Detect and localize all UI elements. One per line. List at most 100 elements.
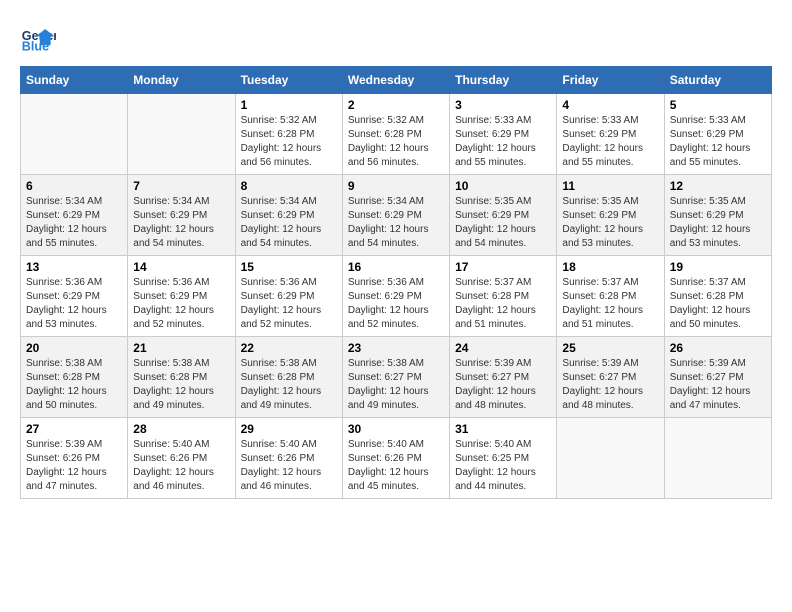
calendar-cell: 21 Sunrise: 5:38 AM Sunset: 6:28 PM Dayli…: [128, 337, 235, 418]
day-number: 9: [348, 179, 444, 193]
calendar-cell: 9Sunrise: 5:34 AM Sunset: 6:29 PM Daylig…: [342, 175, 449, 256]
day-info: Sunrise: 5:40 AM Sunset: 6:25 PM Dayligh…: [455, 438, 551, 494]
calendar-cell: 3 Sunrise: 5:33 AM Sunset: 6:29 PM Daylig…: [450, 94, 557, 175]
day-number: 13: [26, 260, 122, 274]
day-number: 17: [455, 260, 551, 274]
calendar-cell: [557, 418, 664, 499]
calendar-cell: 10Sunrise: 5:35 AM Sunset: 6:29 PM Dayli…: [450, 175, 557, 256]
day-info: Sunrise: 5:38 AM Sunset: 6:28 PM Dayligh…: [133, 357, 229, 413]
weekday-header-thursday: Thursday: [450, 67, 557, 94]
day-info: Sunrise: 5:33 AM Sunset: 6:29 PM Dayligh…: [455, 114, 551, 170]
calendar-cell: [21, 94, 128, 175]
day-number: 31: [455, 422, 551, 436]
day-number: 26: [670, 341, 766, 355]
calendar-cell: 16 Sunrise: 5:36 AM Sunset: 6:29 PM Dayli…: [342, 256, 449, 337]
day-info: Sunrise: 5:36 AM Sunset: 6:29 PM Dayligh…: [26, 276, 122, 332]
day-info: Sunrise: 5:38 AM Sunset: 6:28 PM Dayligh…: [26, 357, 122, 413]
day-info: Sunrise: 5:38 AM Sunset: 6:27 PM Dayligh…: [348, 357, 444, 413]
day-info: Sunrise: 5:37 AM Sunset: 6:28 PM Dayligh…: [455, 276, 551, 332]
day-number: 4: [562, 98, 658, 112]
day-number: 24: [455, 341, 551, 355]
calendar-cell: 26 Sunrise: 5:39 AM Sunset: 6:27 PM Dayli…: [664, 337, 771, 418]
calendar-cell: 15 Sunrise: 5:36 AM Sunset: 6:29 PM Dayli…: [235, 256, 342, 337]
week-row-4: 20 Sunrise: 5:38 AM Sunset: 6:28 PM Dayli…: [21, 337, 772, 418]
day-number: 6: [26, 179, 122, 193]
calendar-cell: 11 Sunrise: 5:35 AM Sunset: 6:29 PM Dayli…: [557, 175, 664, 256]
calendar-cell: 5Sunrise: 5:33 AM Sunset: 6:29 PM Daylig…: [664, 94, 771, 175]
day-info: Sunrise: 5:34 AM Sunset: 6:29 PM Dayligh…: [133, 195, 229, 251]
day-info: Sunrise: 5:32 AM Sunset: 6:28 PM Dayligh…: [241, 114, 337, 170]
day-number: 1: [241, 98, 337, 112]
day-number: 14: [133, 260, 229, 274]
day-info: Sunrise: 5:35 AM Sunset: 6:29 PM Dayligh…: [562, 195, 658, 251]
calendar-cell: [128, 94, 235, 175]
day-info: Sunrise: 5:37 AM Sunset: 6:28 PM Dayligh…: [670, 276, 766, 332]
calendar-cell: 8 Sunrise: 5:34 AM Sunset: 6:29 PM Daylig…: [235, 175, 342, 256]
calendar-cell: 22Sunrise: 5:38 AM Sunset: 6:28 PM Dayli…: [235, 337, 342, 418]
calendar-cell: 20 Sunrise: 5:38 AM Sunset: 6:28 PM Dayli…: [21, 337, 128, 418]
calendar-cell: 31 Sunrise: 5:40 AM Sunset: 6:25 PM Dayli…: [450, 418, 557, 499]
calendar-cell: 1 Sunrise: 5:32 AM Sunset: 6:28 PM Daylig…: [235, 94, 342, 175]
weekday-header-monday: Monday: [128, 67, 235, 94]
logo: General Blue: [20, 20, 60, 56]
day-info: Sunrise: 5:39 AM Sunset: 6:27 PM Dayligh…: [670, 357, 766, 413]
day-info: Sunrise: 5:40 AM Sunset: 6:26 PM Dayligh…: [348, 438, 444, 494]
day-info: Sunrise: 5:34 AM Sunset: 6:29 PM Dayligh…: [26, 195, 122, 251]
day-info: Sunrise: 5:40 AM Sunset: 6:26 PM Dayligh…: [241, 438, 337, 494]
day-info: Sunrise: 5:35 AM Sunset: 6:29 PM Dayligh…: [670, 195, 766, 251]
calendar-cell: 7 Sunrise: 5:34 AM Sunset: 6:29 PM Daylig…: [128, 175, 235, 256]
day-number: 2: [348, 98, 444, 112]
logo-icon: General Blue: [20, 20, 56, 56]
calendar-cell: 18 Sunrise: 5:37 AM Sunset: 6:28 PM Dayli…: [557, 256, 664, 337]
calendar-cell: 27 Sunrise: 5:39 AM Sunset: 6:26 PM Dayli…: [21, 418, 128, 499]
weekday-header-sunday: Sunday: [21, 67, 128, 94]
day-info: Sunrise: 5:38 AM Sunset: 6:28 PM Dayligh…: [241, 357, 337, 413]
weekday-header-row: SundayMondayTuesdayWednesdayThursdayFrid…: [21, 67, 772, 94]
day-number: 18: [562, 260, 658, 274]
weekday-header-tuesday: Tuesday: [235, 67, 342, 94]
calendar-cell: 24 Sunrise: 5:39 AM Sunset: 6:27 PM Dayli…: [450, 337, 557, 418]
day-number: 7: [133, 179, 229, 193]
day-number: 12: [670, 179, 766, 193]
day-number: 5: [670, 98, 766, 112]
week-row-2: 6 Sunrise: 5:34 AM Sunset: 6:29 PM Daylig…: [21, 175, 772, 256]
day-number: 21: [133, 341, 229, 355]
calendar-cell: 4 Sunrise: 5:33 AM Sunset: 6:29 PM Daylig…: [557, 94, 664, 175]
calendar-cell: 14Sunrise: 5:36 AM Sunset: 6:29 PM Dayli…: [128, 256, 235, 337]
day-info: Sunrise: 5:34 AM Sunset: 6:29 PM Dayligh…: [241, 195, 337, 251]
day-number: 10: [455, 179, 551, 193]
day-number: 11: [562, 179, 658, 193]
day-number: 25: [562, 341, 658, 355]
day-number: 16: [348, 260, 444, 274]
calendar-cell: 12 Sunrise: 5:35 AM Sunset: 6:29 PM Dayli…: [664, 175, 771, 256]
day-info: Sunrise: 5:39 AM Sunset: 6:26 PM Dayligh…: [26, 438, 122, 494]
day-info: Sunrise: 5:39 AM Sunset: 6:27 PM Dayligh…: [562, 357, 658, 413]
day-info: Sunrise: 5:33 AM Sunset: 6:29 PM Dayligh…: [562, 114, 658, 170]
day-number: 28: [133, 422, 229, 436]
calendar-cell: 17 Sunrise: 5:37 AM Sunset: 6:28 PM Dayli…: [450, 256, 557, 337]
day-number: 20: [26, 341, 122, 355]
week-row-1: 1 Sunrise: 5:32 AM Sunset: 6:28 PM Daylig…: [21, 94, 772, 175]
day-number: 15: [241, 260, 337, 274]
calendar-cell: 28Sunrise: 5:40 AM Sunset: 6:26 PM Dayli…: [128, 418, 235, 499]
day-number: 30: [348, 422, 444, 436]
day-info: Sunrise: 5:39 AM Sunset: 6:27 PM Dayligh…: [455, 357, 551, 413]
calendar-cell: [664, 418, 771, 499]
day-number: 23: [348, 341, 444, 355]
day-number: 27: [26, 422, 122, 436]
weekday-header-saturday: Saturday: [664, 67, 771, 94]
calendar-cell: 13 Sunrise: 5:36 AM Sunset: 6:29 PM Dayli…: [21, 256, 128, 337]
day-info: Sunrise: 5:36 AM Sunset: 6:29 PM Dayligh…: [348, 276, 444, 332]
day-number: 8: [241, 179, 337, 193]
calendar-cell: 6 Sunrise: 5:34 AM Sunset: 6:29 PM Daylig…: [21, 175, 128, 256]
day-info: Sunrise: 5:36 AM Sunset: 6:29 PM Dayligh…: [241, 276, 337, 332]
day-info: Sunrise: 5:32 AM Sunset: 6:28 PM Dayligh…: [348, 114, 444, 170]
calendar-cell: 30 Sunrise: 5:40 AM Sunset: 6:26 PM Dayli…: [342, 418, 449, 499]
week-row-3: 13 Sunrise: 5:36 AM Sunset: 6:29 PM Dayli…: [21, 256, 772, 337]
day-number: 3: [455, 98, 551, 112]
day-info: Sunrise: 5:37 AM Sunset: 6:28 PM Dayligh…: [562, 276, 658, 332]
calendar-cell: 2 Sunrise: 5:32 AM Sunset: 6:28 PM Daylig…: [342, 94, 449, 175]
calendar-cell: 25 Sunrise: 5:39 AM Sunset: 6:27 PM Dayli…: [557, 337, 664, 418]
calendar-cell: 19Sunrise: 5:37 AM Sunset: 6:28 PM Dayli…: [664, 256, 771, 337]
weekday-header-friday: Friday: [557, 67, 664, 94]
